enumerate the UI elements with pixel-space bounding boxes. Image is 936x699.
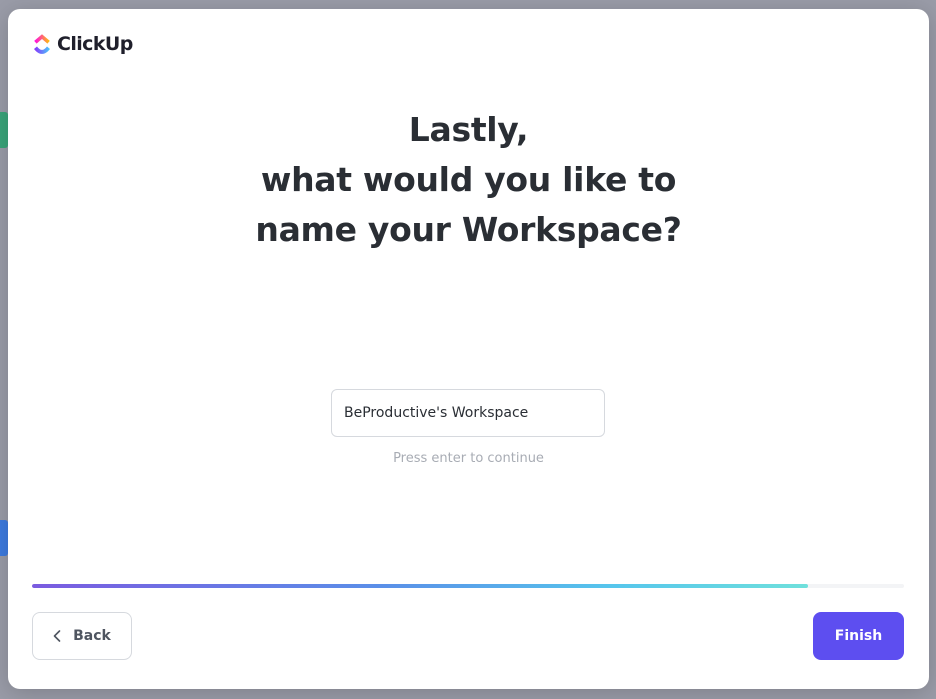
progress-fill <box>32 584 809 588</box>
backdrop-accent-green <box>0 112 8 148</box>
finish-button-label: Finish <box>834 628 883 644</box>
back-button[interactable]: Back <box>32 612 132 660</box>
brand-name: ClickUp <box>57 33 133 55</box>
title-line-1: Lastly, <box>408 110 529 149</box>
progress-bar <box>32 584 904 588</box>
backdrop-accent-blue <box>0 520 8 556</box>
title-line-3: name your Workspace? <box>255 210 682 249</box>
title-line-2: what would you like to <box>260 160 677 199</box>
clickup-logo-icon <box>34 34 50 54</box>
workspace-setup-modal: ClickUp Lastly, what would you like to n… <box>8 9 929 689</box>
clickup-logo: ClickUp <box>32 31 133 57</box>
workspace-name-input[interactable] <box>331 389 605 437</box>
page-title: Lastly, what would you like to name your… <box>8 105 929 255</box>
continue-hint: Press enter to continue <box>393 451 544 466</box>
back-button-label: Back <box>73 628 111 644</box>
finish-button[interactable]: Finish <box>813 612 904 660</box>
chevron-left-icon <box>53 630 61 642</box>
